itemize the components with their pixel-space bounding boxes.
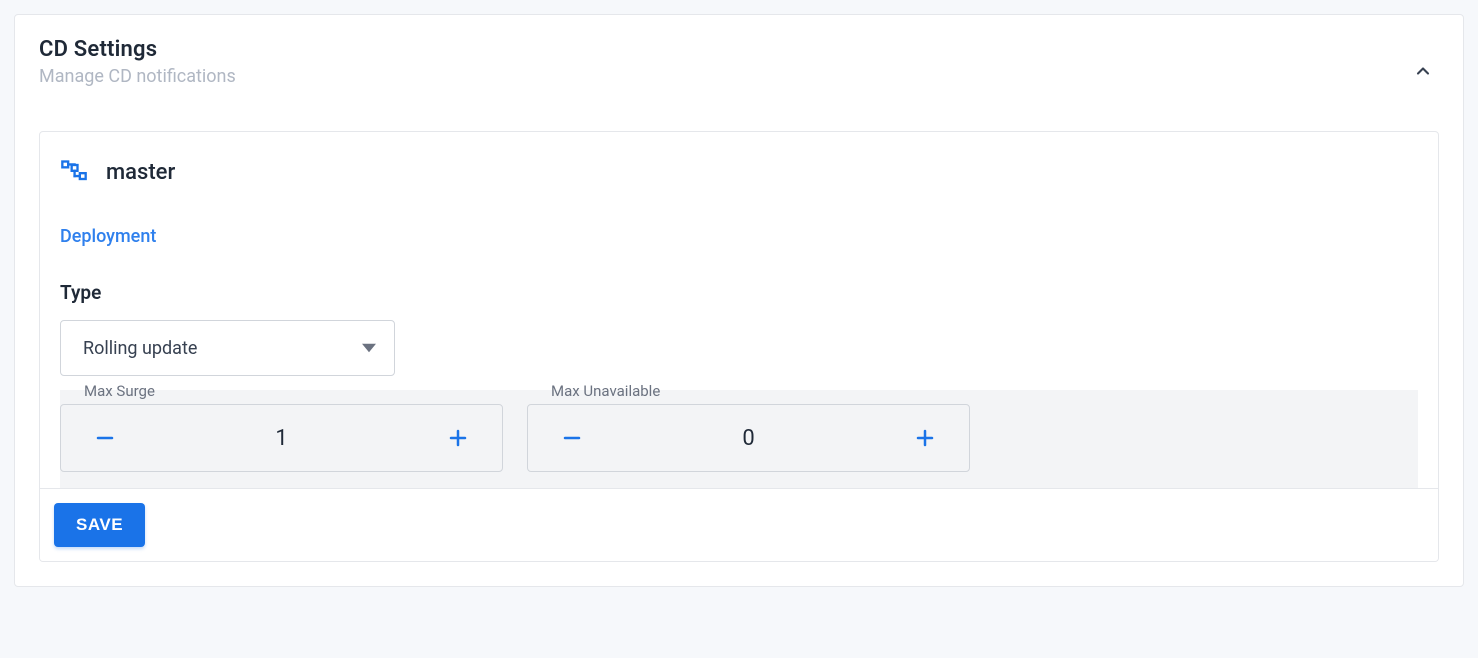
card-footer: SAVE <box>40 488 1438 561</box>
minus-icon <box>93 426 117 450</box>
card-title: CD Settings <box>39 37 236 62</box>
chevron-up-icon <box>1413 61 1433 81</box>
branch-row: master <box>60 158 1418 186</box>
caret-down-icon <box>362 341 376 355</box>
save-button[interactable]: SAVE <box>54 503 145 547</box>
minus-icon <box>560 426 584 450</box>
max-unavailable-group: Max Unavailable 0 <box>527 390 970 472</box>
max-surge-increment[interactable] <box>442 422 474 454</box>
pipeline-icon <box>60 158 88 186</box>
max-surge-label: Max Surge <box>82 382 157 400</box>
inner-card-body: master Deployment Type Rolling update Ma… <box>40 132 1438 488</box>
plus-icon <box>446 426 470 450</box>
max-surge-decrement[interactable] <box>89 422 121 454</box>
max-surge-group: Max Surge 1 <box>60 390 503 472</box>
header-text: CD Settings Manage CD notifications <box>39 37 236 87</box>
type-select[interactable]: Rolling update <box>60 320 395 376</box>
plus-icon <box>913 426 937 450</box>
max-surge-value: 1 <box>275 426 287 451</box>
branch-settings-card: master Deployment Type Rolling update Ma… <box>39 131 1439 562</box>
branch-name: master <box>106 160 175 185</box>
max-unavailable-value: 0 <box>742 426 754 451</box>
tab-deployment[interactable]: Deployment <box>60 226 1418 247</box>
max-unavailable-label: Max Unavailable <box>549 382 662 400</box>
max-unavailable-increment[interactable] <box>909 422 941 454</box>
max-unavailable-stepper: 0 <box>527 404 970 472</box>
max-surge-stepper: 1 <box>60 404 503 472</box>
stepper-row: Max Surge 1 <box>60 390 1418 488</box>
card-subtitle: Manage CD notifications <box>39 66 236 87</box>
collapse-button[interactable] <box>1407 55 1439 87</box>
type-label: Type <box>60 281 1418 304</box>
cd-settings-card: CD Settings Manage CD notifications <box>14 14 1464 587</box>
max-unavailable-decrement[interactable] <box>556 422 588 454</box>
type-select-value: Rolling update <box>83 338 197 359</box>
card-header: CD Settings Manage CD notifications <box>39 37 1439 87</box>
